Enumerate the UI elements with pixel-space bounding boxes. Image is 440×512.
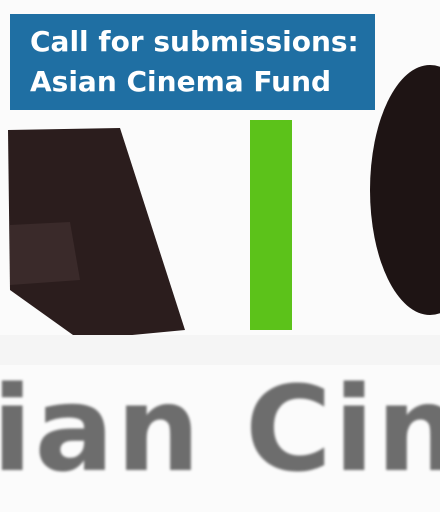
logo-dark-round-shape: [370, 65, 440, 315]
headline-line-2[interactable]: Asian Cinema Fund: [30, 62, 359, 102]
logo-green-bar: [250, 120, 292, 330]
headline-line-1[interactable]: Call for submissions:: [30, 22, 359, 62]
headline-box[interactable]: Call for submissions: Asian Cinema Fund: [10, 14, 375, 110]
logo-dark-wedge-notch: [10, 222, 80, 285]
article-card[interactable]: ian Cin Call for submissions: Asian Cine…: [0, 0, 440, 512]
logo-text: ian Cin: [0, 360, 440, 498]
